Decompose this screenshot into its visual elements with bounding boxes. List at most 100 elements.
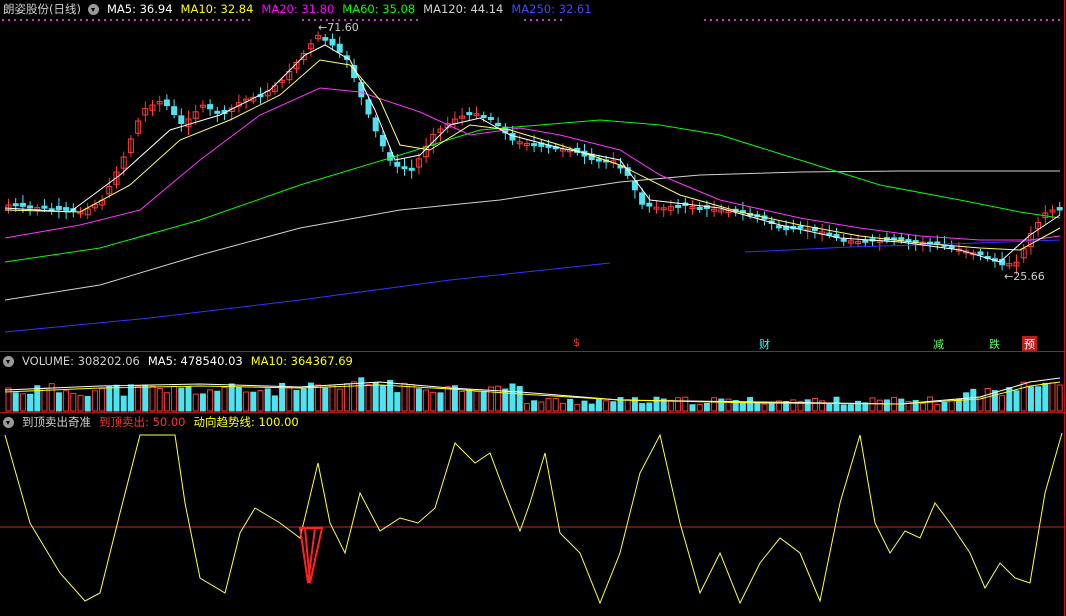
price-panel[interactable]: 朗姿股份(日线) MA5: 36.94 MA10: 32.84 MA20: 31… (0, 0, 1066, 351)
volume-bar (761, 403, 768, 412)
volume-bar (523, 403, 530, 412)
volume-panel[interactable]: VOLUME: 308202.06 MA5: 478540.03 MA10: 3… (0, 352, 1066, 412)
dotted-marker (128, 19, 130, 21)
volume-bar (804, 399, 811, 412)
dotted-marker (1022, 19, 1024, 21)
dotted-marker (1052, 19, 1054, 21)
dotted-marker (362, 19, 364, 21)
volume-bar (552, 398, 559, 412)
candle-body (696, 206, 703, 210)
volume-bar (718, 398, 725, 412)
volume-bar (286, 387, 293, 412)
dotted-marker (950, 19, 952, 21)
dotted-marker (14, 19, 16, 21)
event-marker-drop[interactable]: 跌 (989, 336, 1000, 351)
volume-bar (192, 393, 199, 412)
dotted-marker (746, 19, 748, 21)
volume-bar (343, 383, 350, 412)
event-marker-forecast[interactable]: 预 (1022, 336, 1037, 351)
volume-bar (653, 396, 660, 412)
price-header: 朗姿股份(日线) MA5: 36.94 MA10: 32.84 MA20: 31… (0, 0, 600, 18)
volume-bar (603, 400, 610, 412)
volume-bar (423, 389, 430, 412)
collapse-icon[interactable] (3, 355, 14, 367)
volume-ma5-label: MA5: 478540.03 (147, 354, 243, 368)
volume-bar (538, 401, 545, 412)
volume-bar (855, 400, 862, 412)
volume-bar (1049, 382, 1056, 412)
right-border (1064, 0, 1065, 616)
event-marker-finance[interactable]: 财 (759, 336, 770, 351)
volume-bar (898, 398, 905, 412)
candle-body (480, 115, 487, 119)
dotted-marker (164, 19, 166, 21)
volume-bar (271, 395, 278, 412)
dotted-marker (308, 19, 310, 21)
collapse-icon[interactable] (87, 3, 99, 15)
dotted-marker (878, 19, 880, 21)
volume-bar (747, 397, 754, 412)
volume-bar (394, 392, 401, 412)
volume-bar (372, 381, 379, 412)
volume-bar (963, 392, 970, 412)
volume-bar (264, 388, 271, 412)
dotted-marker (2, 19, 4, 21)
dotted-marker (758, 19, 760, 21)
collapse-icon[interactable] (3, 416, 14, 428)
volume-bar (840, 404, 847, 412)
dotted-marker (92, 19, 94, 21)
dotted-marker (182, 19, 184, 21)
event-marker-reduce[interactable]: 减 (933, 336, 944, 351)
volume-bar (984, 388, 991, 412)
dotted-marker (728, 19, 730, 21)
event-marker-dollar[interactable]: $ (573, 336, 580, 349)
dotted-marker (872, 19, 874, 21)
candle-body (797, 225, 804, 229)
dotted-marker (716, 19, 718, 21)
dotted-marker (536, 19, 538, 21)
volume-bar (689, 404, 696, 412)
volume-bar (876, 399, 883, 412)
volume-bar (999, 395, 1006, 412)
dotted-marker (110, 19, 112, 21)
candle-body (372, 117, 379, 132)
volume-bar (919, 402, 926, 412)
volume-bar (185, 386, 192, 412)
ma5-line (4, 44, 1061, 263)
volume-bar (667, 399, 674, 412)
volume-bar (149, 385, 156, 412)
volume-bar (99, 388, 106, 412)
low-price-label: ←25.66 (1004, 270, 1045, 283)
volume-bar (336, 388, 343, 412)
trend-line (4, 432, 1063, 605)
candle-body (466, 112, 473, 116)
volume-bar (408, 384, 415, 412)
candle-body (163, 99, 170, 106)
volume-bar (250, 391, 257, 412)
volume-bar (595, 399, 602, 412)
dotted-marker (842, 19, 844, 21)
volume-bar (696, 404, 703, 412)
dotted-marker (392, 19, 394, 21)
dotted-marker (80, 19, 82, 21)
candle-body (509, 132, 516, 141)
candle-body (178, 115, 185, 124)
volume-bar (531, 400, 538, 412)
volume-bar (847, 404, 854, 412)
dotted-marker (818, 19, 820, 21)
dotted-marker (722, 19, 724, 21)
dotted-marker (710, 19, 712, 21)
volume-bar (293, 389, 300, 412)
dotted-marker (944, 19, 946, 21)
price-chart (2, 19, 1063, 333)
dotted-marker (212, 19, 214, 21)
volume-bar (991, 390, 998, 412)
volume-bar (214, 390, 221, 412)
dotted-marker (938, 19, 940, 21)
dotted-marker (26, 19, 28, 21)
dotted-marker (302, 19, 304, 21)
candle-body (379, 134, 386, 147)
dotted-marker (932, 19, 934, 21)
indicator-panel[interactable]: 到顶卖出奇准 到顶卖出: 50.00 动向趋势线: 100.00 (0, 413, 1066, 616)
volume-bar (711, 397, 718, 412)
